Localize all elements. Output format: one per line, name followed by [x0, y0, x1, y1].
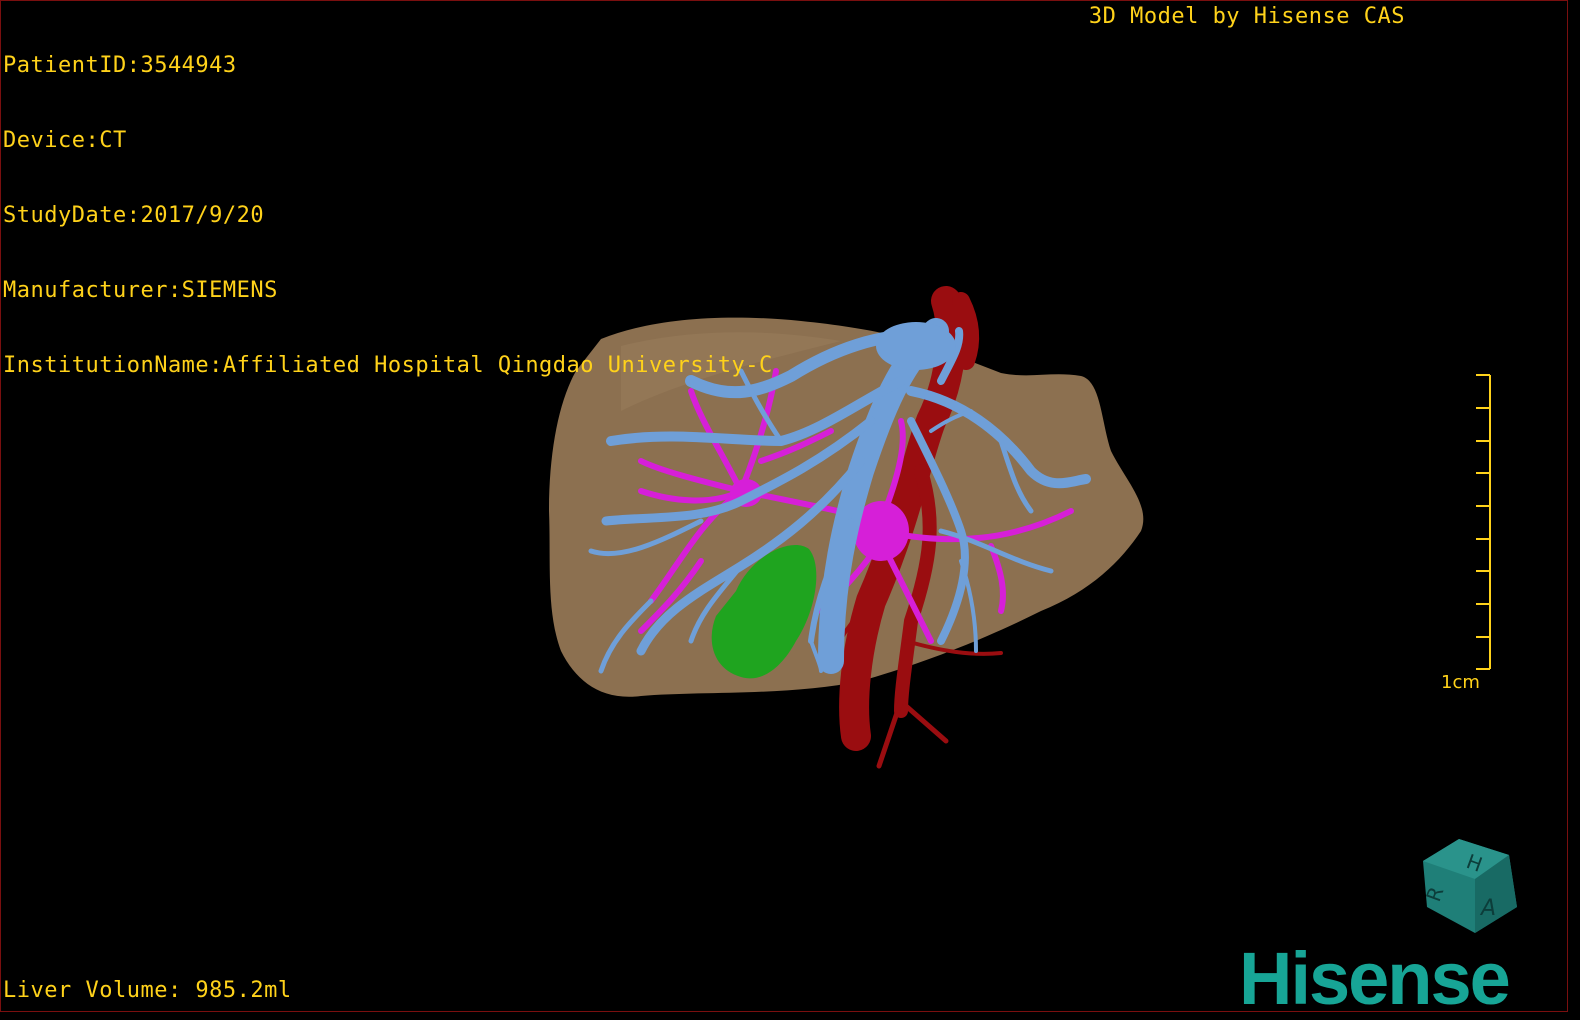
- study-date: StudyDate:2017/9/20: [3, 203, 265, 228]
- scale-bar-label: 1cm: [1441, 672, 1480, 693]
- model-credit: 3D Model by Hisense CAS: [1088, 4, 1405, 29]
- hisense-logo: Hisense: [1239, 937, 1511, 1012]
- 3d-viewport[interactable]: PatientID:3544943 Device:CT StudyDate:20…: [0, 0, 1568, 1012]
- scale-bar: [1476, 374, 1491, 670]
- device: Device:CT: [3, 128, 127, 153]
- institution-name: InstitutionName:Affiliated Hospital Qing…: [3, 353, 773, 378]
- liver-volume: Liver Volume: 985.2ml: [3, 978, 292, 1003]
- orientation-cube[interactable]: H R A: [1419, 833, 1529, 943]
- patient-id: PatientID:3544943: [3, 53, 237, 78]
- manufacturer: Manufacturer:SIEMENS: [3, 278, 278, 303]
- patient-metadata: PatientID:3544943 Device:CT StudyDate:20…: [3, 3, 773, 428]
- cube-face-front: A: [1479, 896, 1496, 921]
